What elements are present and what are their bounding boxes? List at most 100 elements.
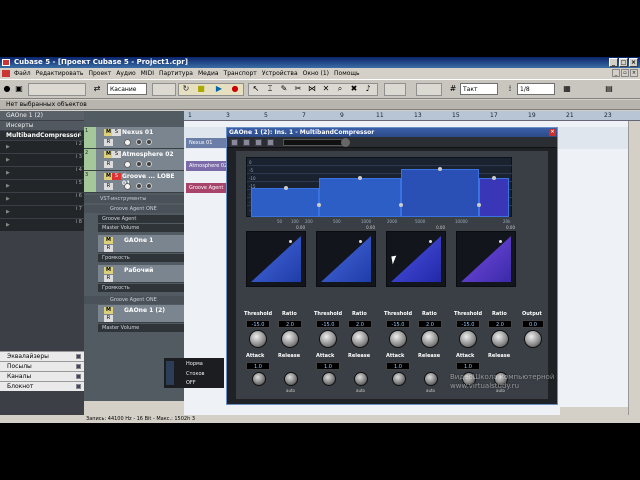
ratio-knob[interactable] [491, 330, 509, 348]
volume-track[interactable]: Громкость [98, 254, 184, 262]
pencil-tool-icon[interactable]: ✎ [279, 84, 289, 94]
band-2-curve[interactable]: 0.00 [316, 225, 376, 287]
insert-slot-6[interactable]: ▶ i 6 [0, 193, 84, 205]
ratio-value[interactable]: 2.0 [278, 320, 302, 328]
vertical-scrollbar[interactable] [628, 121, 640, 415]
read-button[interactable]: R [104, 275, 113, 282]
menu-audio[interactable]: Аудио [116, 68, 135, 79]
ratio-knob[interactable] [351, 330, 369, 348]
edit-knob[interactable] [146, 139, 152, 145]
insert-slot-7[interactable]: ▶ i 7 [0, 206, 84, 218]
volume-track[interactable]: Громкость [98, 284, 184, 292]
view-buttons[interactable] [28, 83, 86, 96]
plugin-close-button[interactable]: × [549, 129, 556, 136]
attack-value[interactable]: 1.0 [246, 362, 270, 370]
solo-button[interactable]: S [112, 129, 121, 136]
close-button[interactable]: × [629, 58, 638, 67]
crossover-1-handle[interactable] [317, 203, 321, 207]
event-atmosphere[interactable]: Atmosphere 02 [186, 161, 228, 171]
threshold-knob[interactable] [389, 330, 407, 348]
maximize-button[interactable]: □ [619, 58, 628, 67]
curve-handle[interactable] [359, 240, 362, 243]
track-name[interactable]: Groove ... LOBE 01 [122, 173, 184, 187]
output-value[interactable]: 0.0 [522, 320, 544, 328]
read-button[interactable]: R [104, 315, 113, 322]
crossover-2-handle[interactable] [399, 203, 403, 207]
record-enable-button[interactable] [124, 139, 131, 146]
write-automation-button[interactable] [255, 139, 262, 146]
track-name[interactable]: GAOne 1 [124, 237, 153, 244]
read-button[interactable]: R [104, 139, 113, 146]
menu-midi[interactable]: MIDI [141, 68, 154, 79]
track-groove[interactable]: 3 M Groove ... LOBE 01 S R [84, 171, 184, 193]
band-4[interactable] [479, 178, 509, 217]
mode-off[interactable]: OFF [186, 380, 196, 386]
groove-agent-folder[interactable]: Groove Agent ONE [84, 205, 184, 213]
arrow-tool-icon[interactable]: ↖ [251, 84, 261, 94]
mode-stock[interactable]: Стоков [186, 371, 205, 377]
record-enable-button[interactable] [124, 183, 131, 190]
insert-slot-3[interactable]: ▶ i 3 [0, 154, 84, 166]
monitor-knob[interactable] [136, 139, 142, 145]
record-enable-button[interactable] [124, 161, 131, 168]
band-2-handle[interactable] [358, 176, 362, 180]
menu-media[interactable]: Медиа [198, 68, 219, 79]
menu-devices[interactable]: Устройства [262, 68, 298, 79]
automation-mode-select[interactable]: Касание [107, 83, 147, 95]
menu-window[interactable]: Окно (1) [303, 68, 329, 79]
record-icon[interactable]: ● [230, 84, 240, 94]
track-work[interactable]: M Рабочий R [98, 265, 184, 283]
attack-value[interactable]: 1.0 [386, 362, 410, 370]
band-3-handle[interactable] [438, 167, 442, 171]
mdi-close-button[interactable]: × [630, 69, 638, 77]
threshold-knob[interactable] [459, 330, 477, 348]
timeline-ruler[interactable]: 1 3 5 7 9 11 13 15 17 19 21 23 [184, 111, 640, 121]
mdi-restore-button[interactable]: ▫ [621, 69, 629, 77]
track-name[interactable]: GAOne 1 (2) [124, 307, 165, 314]
nudge-buttons[interactable] [152, 83, 176, 96]
track-name[interactable]: Рабочий [124, 267, 153, 274]
constrain-delay-icon[interactable]: ▣ [14, 84, 24, 94]
snap-button[interactable] [416, 83, 442, 96]
band-2[interactable] [319, 178, 401, 217]
band-1[interactable] [251, 188, 319, 217]
threshold-knob[interactable] [249, 330, 267, 348]
range-tool-icon[interactable]: ⌶ [265, 84, 275, 94]
threshold-knob[interactable] [319, 330, 337, 348]
solo-button[interactable]: S [112, 173, 121, 180]
attack-knob[interactable] [252, 372, 266, 386]
track-gaone1[interactable]: M GAOne 1 R [98, 235, 184, 253]
release-knob[interactable] [354, 372, 368, 386]
bypass-button[interactable] [231, 139, 238, 146]
mode-normal[interactable]: Норма [186, 361, 203, 367]
ratio-knob[interactable] [281, 330, 299, 348]
threshold-value[interactable]: -15.0 [386, 320, 410, 328]
menu-help[interactable]: Помощь [334, 68, 360, 79]
ratio-value[interactable]: 2.0 [418, 320, 442, 328]
band-3[interactable] [401, 169, 479, 217]
track-atmosphere[interactable]: 2 M Atmosphere 02 S R [84, 149, 184, 171]
master-volume-track[interactable]: Master Volume [98, 324, 184, 332]
split-tool-icon[interactable]: ✂ [293, 84, 303, 94]
minimize-button[interactable]: _ [609, 58, 618, 67]
mdi-minimize-button[interactable]: _ [612, 69, 620, 77]
curve-handle[interactable] [499, 240, 502, 243]
inspector-track-name[interactable]: GAOne 1 (2) [0, 111, 84, 120]
threshold-value[interactable]: -15.0 [456, 320, 480, 328]
curve-handle[interactable] [289, 240, 292, 243]
band-4-curve[interactable]: 0.00 [456, 225, 516, 287]
auto-release-label[interactable]: auto [286, 388, 295, 393]
quantize-icon[interactable]: ⁞ [505, 84, 515, 94]
inspector-channel-section[interactable]: Каналы [0, 371, 84, 381]
release-knob[interactable] [284, 372, 298, 386]
attack-knob[interactable] [322, 372, 336, 386]
edit-knob[interactable] [146, 161, 152, 167]
side-chain-button[interactable] [267, 139, 274, 146]
edit-knob[interactable] [146, 183, 152, 189]
track-name[interactable]: Nexus 01 [122, 129, 153, 136]
mute-button[interactable]: M [104, 267, 113, 274]
track-nexus[interactable]: 1 M Nexus 01 S R [84, 127, 184, 149]
monitor-knob[interactable] [136, 183, 142, 189]
threshold-value[interactable]: -15.0 [316, 320, 340, 328]
attack-value[interactable]: 1.0 [456, 362, 480, 370]
